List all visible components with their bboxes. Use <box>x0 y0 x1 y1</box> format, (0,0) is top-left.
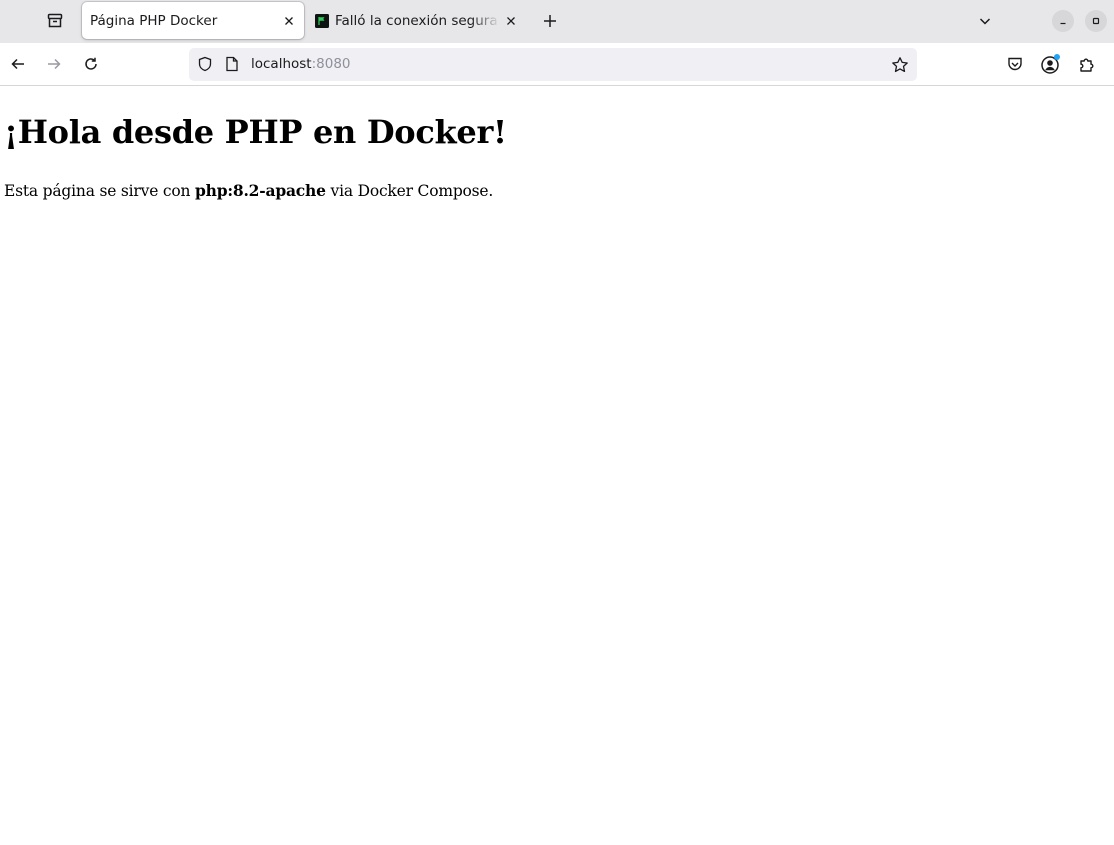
page-content: ¡Hola desde PHP en Docker! Esta página s… <box>0 87 1114 845</box>
tracking-protection-button[interactable] <box>196 55 214 73</box>
maximize-button[interactable] <box>1085 10 1107 32</box>
navigation-toolbar: localhost:8080 <box>0 43 1114 86</box>
close-icon <box>284 16 294 26</box>
tab-title: Falló la conexión segura y <box>335 12 500 29</box>
tab-php-docker[interactable]: Página PHP Docker <box>82 2 304 39</box>
bookmark-button[interactable] <box>889 54 911 76</box>
extensions-button[interactable] <box>1075 52 1099 76</box>
forward-button[interactable] <box>41 51 67 77</box>
arrow-right-icon <box>46 56 62 72</box>
archive-box-icon <box>46 12 64 30</box>
star-icon <box>891 56 909 74</box>
tab-title: Página PHP Docker <box>90 12 218 29</box>
close-icon <box>506 16 516 26</box>
url-host: localhost <box>251 56 312 72</box>
new-tab-button[interactable] <box>537 8 563 34</box>
address-bar[interactable]: localhost:8080 <box>189 48 917 81</box>
reload-button[interactable] <box>78 51 104 77</box>
page-icon <box>225 56 239 72</box>
back-button[interactable] <box>5 51 31 77</box>
page-heading: ¡Hola desde PHP en Docker! <box>4 113 507 151</box>
browser-window: Página PHP Docker Falló la conexión segu… <box>0 0 1114 845</box>
arrow-left-icon <box>10 56 26 72</box>
reload-icon <box>83 56 99 72</box>
maximize-icon <box>1091 16 1101 26</box>
tab-strip: Página PHP Docker Falló la conexión segu… <box>0 0 1114 43</box>
shield-icon <box>197 56 213 72</box>
account-icon <box>1040 53 1062 75</box>
tab-list-button[interactable] <box>42 8 68 34</box>
pocket-icon <box>1006 55 1024 73</box>
tab-close-button[interactable] <box>278 10 300 32</box>
tab-connection-failed[interactable]: Falló la conexión segura y <box>312 2 526 39</box>
terminal-flag-icon <box>315 13 329 28</box>
url-text[interactable]: localhost:8080 <box>251 48 351 81</box>
paragraph-text-after: via Docker Compose. <box>325 182 494 200</box>
tab-close-button[interactable] <box>500 10 522 32</box>
account-button[interactable] <box>1039 52 1063 76</box>
site-information-button[interactable] <box>223 55 241 73</box>
chevron-down-icon <box>978 14 992 28</box>
minimize-button[interactable] <box>1052 10 1074 32</box>
paragraph-strong-text: php:8.2-apache <box>195 181 326 200</box>
puzzle-piece-icon <box>1078 55 1096 73</box>
list-all-tabs-button[interactable] <box>972 8 998 34</box>
url-port: :8080 <box>311 56 351 72</box>
minimize-icon <box>1058 16 1068 26</box>
pocket-button[interactable] <box>1003 52 1027 76</box>
plus-icon <box>543 14 557 28</box>
page-paragraph: Esta página se sirve con php:8.2-apache … <box>4 181 493 200</box>
paragraph-text-before: Esta página se sirve con <box>4 182 196 200</box>
